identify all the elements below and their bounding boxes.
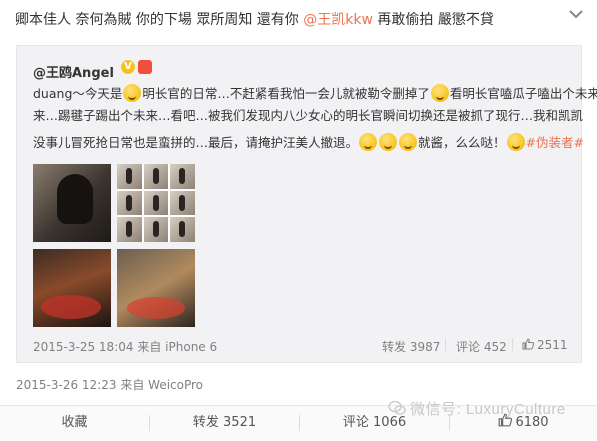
post-text: 卿本佳人 奈何為賊 你的下場 眾所周知 還有你 @王凯kkw 再敢偷拍 嚴懲不貸 xyxy=(15,10,555,30)
repost-comment-action[interactable]: 评论 452 xyxy=(456,338,507,355)
repost-like-action[interactable]: 2511 xyxy=(522,338,568,352)
repost-line-1: duang～今天是 明长官的日常…不赶紧看我怕一会儿就被勒令删掉了 看明长官嗑瓜子嗑… xyxy=(33,84,597,104)
repost-meta: 2015-3-25 18:04 来自 iPhone 6 xyxy=(33,338,217,355)
verified-icon: V xyxy=(121,60,135,74)
post-source: WeicoPro xyxy=(148,378,204,392)
post-timestamp[interactable]: 2015-3-26 12:23 xyxy=(16,378,117,392)
photo-thumbnail-3[interactable] xyxy=(33,249,111,327)
watermark-text: 微信号: LuxuryCulture xyxy=(410,401,566,418)
post-text-part1: 卿本佳人 奈何為賊 你的下場 眾所周知 還有你 xyxy=(15,12,304,28)
thumbs-up-icon xyxy=(522,338,534,350)
repost-author[interactable]: @王鸥Angel xyxy=(33,62,114,81)
post-meta: 2015-3-26 12:23 来自 WeicoPro xyxy=(16,376,203,393)
post-source-prefix: 来自 xyxy=(120,378,145,392)
repost-timestamp[interactable]: 2015-3-25 18:04 xyxy=(33,340,134,354)
repost-text: 看明长官嗑瓜子嗑出个未来 xyxy=(449,86,597,101)
repost-text: 没事儿冒死抢日常也是蛮拼的…最后，请掩护汪美人撤退。 xyxy=(33,135,359,150)
repost-text: duang～今天是 xyxy=(33,86,123,101)
repost-like-count: 2511 xyxy=(537,338,568,352)
photo-thumbnail-4[interactable] xyxy=(117,249,195,327)
repost-line-3: 没事儿冒死抢日常也是蛮拼的…最后，请掩护汪美人撤退。 就酱，么么哒！ #伪装者# xyxy=(33,133,584,153)
shy-emoji-icon xyxy=(359,133,378,151)
wechat-icon xyxy=(388,400,406,415)
shy-emoji-icon xyxy=(379,133,398,151)
repost-repost-action[interactable]: 转发 3987 xyxy=(382,338,440,355)
photo-thumbnail-1[interactable] xyxy=(33,164,111,242)
shy-emoji-icon xyxy=(399,133,418,151)
cute-emoji-icon xyxy=(506,133,525,151)
repost-source-prefix: 来自 xyxy=(137,340,162,354)
watermark: 微信号: LuxuryCulture xyxy=(388,398,566,419)
favorite-button[interactable]: 收藏 xyxy=(0,406,149,441)
topic-tag-link[interactable]: #伪装者# xyxy=(526,135,584,150)
smile-emoji-icon xyxy=(123,84,142,102)
post-text-part2: 再敢偷拍 嚴懲不貸 xyxy=(372,12,494,28)
repost-comment-count: 452 xyxy=(483,340,507,354)
badge-icon xyxy=(138,60,152,74)
repost-card: @王鸥Angel V duang～今天是 明长官的日常…不赶紧看我怕一会儿就被勒令… xyxy=(16,45,597,363)
repost-line-2: 来…踢毽子踢出个未来…看吧…被我们发现内八少女心的明长官瞬间切换还是被抓了现行…… xyxy=(33,108,584,123)
repost-comment-label: 评论 xyxy=(456,340,481,354)
shy-emoji-icon xyxy=(430,84,449,102)
photo-thumbnail-2[interactable] xyxy=(117,164,195,242)
mention-link[interactable]: @王凯kkw xyxy=(303,12,373,28)
repost-repost-count: 3987 xyxy=(409,340,441,354)
repost-button[interactable]: 转发 3521 xyxy=(150,406,299,441)
chevron-down-icon[interactable] xyxy=(566,6,586,22)
repost-text: 就酱，么么哒！ xyxy=(418,135,506,150)
repost-source: iPhone 6 xyxy=(165,340,218,354)
repost-repost-label: 转发 xyxy=(382,340,407,354)
repost-text: 明长官的日常…不赶紧看我怕一会儿就被勒令删掉了 xyxy=(142,86,430,101)
